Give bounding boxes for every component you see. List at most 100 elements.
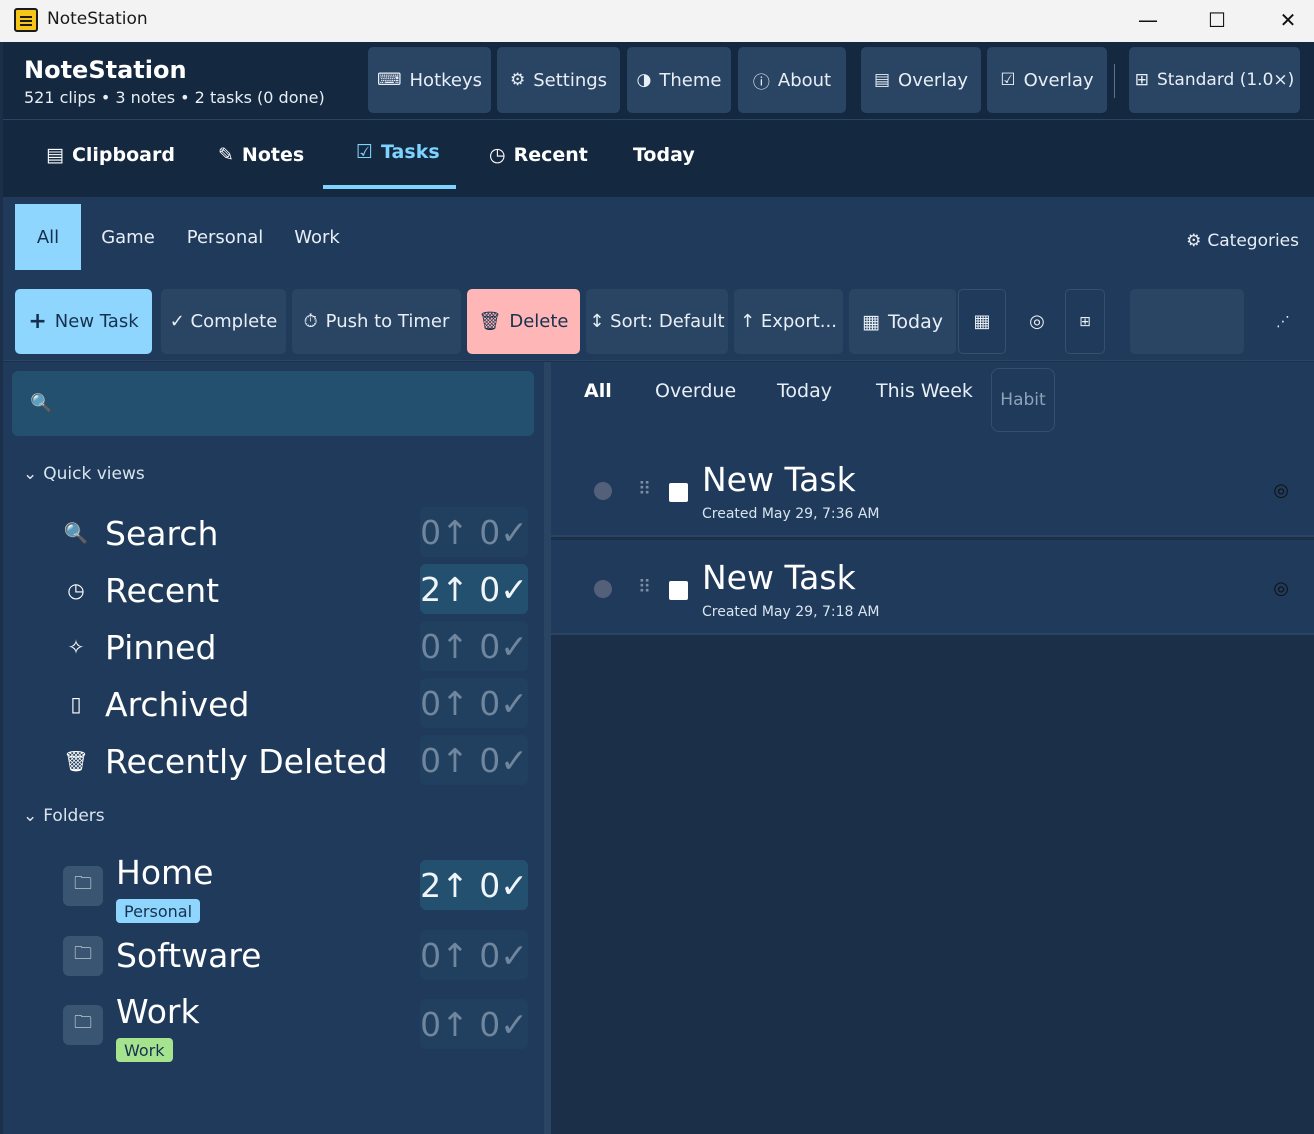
minimize-button[interactable]: — — [1128, 4, 1168, 36]
gear-icon: ⚙ — [1186, 231, 1202, 251]
hotkeys-button[interactable]: ⌨ Hotkeys — [368, 47, 491, 113]
folders-header[interactable]: ⌄ Folders — [23, 806, 105, 826]
settings-label: Settings — [533, 69, 608, 91]
quick-view-recently-deleted[interactable]: 🗑 Recently Deleted — [63, 739, 388, 783]
task-created: Created May 29, 7:18 AM — [702, 604, 880, 620]
delete-label: Delete — [509, 311, 569, 332]
quick-view-count: 0↑ 0✓ — [420, 678, 528, 728]
task-row[interactable]: ⠿ New Task Created May 29, 7:36 AM ◎ — [551, 442, 1314, 537]
theme-button[interactable]: ◑ Theme — [627, 47, 731, 113]
category-bar: All Game Personal Work ⚙ Categories — [3, 197, 1314, 283]
folder-software[interactable]: Software — [116, 936, 261, 975]
quick-view-label: Recently Deleted — [105, 741, 388, 781]
overlay-tasks-button[interactable]: ☑ Overlay — [987, 47, 1107, 113]
tab-recent-label: Recent — [513, 144, 588, 166]
sparkle-icon[interactable]: ⋰ — [1263, 289, 1303, 354]
toolbar-blank-field[interactable] — [1130, 289, 1244, 354]
quick-view-search[interactable]: 🔍 Search — [63, 511, 219, 555]
maximize-button[interactable]: ☐ — [1197, 4, 1237, 36]
task-title: New Task — [702, 558, 856, 597]
drag-handle-icon[interactable]: ⠿ — [638, 577, 651, 598]
target-button[interactable]: ◎ — [1012, 289, 1062, 354]
today-filter-button[interactable]: ▦ Today — [849, 289, 956, 354]
grid-view-button[interactable]: ⊞ — [1065, 289, 1105, 354]
task-row[interactable]: ⠿ New Task Created May 29, 7:18 AM ◎ — [551, 540, 1314, 635]
tab-recent[interactable]: ◷ Recent — [489, 120, 588, 190]
quick-view-pinned[interactable]: ✧ Pinned — [63, 625, 217, 669]
settings-button[interactable]: ⚙ Settings — [497, 47, 620, 113]
chevron-down-icon: ⌄ — [23, 806, 38, 826]
folder-count: 2↑ 0✓ — [420, 860, 528, 910]
filter-this-week[interactable]: This Week — [876, 380, 973, 402]
sidebar-splitter[interactable] — [544, 362, 551, 1134]
zoom-standard-button[interactable]: ⊞ Standard (1.0×) — [1129, 47, 1300, 113]
quick-view-recent[interactable]: ◷ Recent — [63, 568, 219, 612]
tab-notes[interactable]: ✎ Notes — [218, 120, 304, 190]
quick-view-label: Archived — [105, 684, 250, 724]
calendar-view-button[interactable]: ▦ — [958, 289, 1006, 354]
about-button[interactable]: ⓘ About — [738, 47, 846, 113]
checkbox-icon: ☑ — [356, 141, 374, 163]
drag-handle-icon[interactable]: ⠿ — [638, 479, 651, 500]
sort-button[interactable]: ↕ Sort: Default — [586, 289, 728, 354]
delete-button[interactable]: 🗑 Delete — [467, 289, 580, 354]
active-tab-indicator — [323, 185, 456, 189]
tab-clipboard[interactable]: ▤ Clipboard — [46, 120, 175, 190]
overlay-label: Overlay — [898, 69, 969, 91]
folder-work[interactable]: Work — [116, 992, 200, 1031]
stats-summary: 521 clips • 3 notes • 2 tasks (0 done) — [24, 88, 325, 107]
new-task-button[interactable]: + New Task — [15, 289, 152, 354]
overlay-notes-button[interactable]: ▤ Overlay — [861, 47, 981, 113]
stopwatch-icon: ⏱ — [303, 311, 318, 332]
category-work[interactable]: Work — [289, 204, 345, 270]
note-icon: ✎ — [218, 144, 234, 166]
trash-icon: 🗑 — [63, 749, 89, 773]
tab-clipboard-label: Clipboard — [71, 144, 175, 166]
priority-dot[interactable] — [594, 580, 612, 598]
manage-categories-button[interactable]: ⚙ Categories — [1186, 231, 1299, 251]
folder-count: 0↑ 0✓ — [420, 999, 528, 1049]
push-to-timer-button[interactable]: ⏱ Push to Timer — [292, 289, 461, 354]
target-icon[interactable]: ◎ — [1273, 480, 1289, 501]
category-game[interactable]: Game — [98, 204, 158, 270]
close-button[interactable]: ✕ — [1268, 4, 1308, 36]
categories-label: Categories — [1207, 231, 1299, 251]
tab-tasks[interactable]: ☑ Tasks — [356, 117, 440, 187]
hotkeys-label: Hotkeys — [409, 69, 483, 91]
quick-view-label: Pinned — [105, 627, 217, 667]
sidebar: 🔍 ⌄ Quick views 🔍 Search 0↑ 0✓ ◷ Recent … — [3, 362, 544, 1134]
task-toolbar: + New Task ✓ Complete ⏱ Push to Timer 🗑 … — [3, 283, 1314, 361]
quick-view-archived[interactable]: ▯ Archived — [63, 682, 249, 726]
archive-icon: ▯ — [70, 692, 82, 716]
filter-overdue[interactable]: Overdue — [655, 380, 736, 402]
export-button[interactable]: ↑ Export... — [734, 289, 843, 354]
search-input[interactable] — [60, 381, 520, 426]
task-title: New Task — [702, 460, 856, 499]
overlay-label: Overlay — [1023, 69, 1094, 91]
target-icon[interactable]: ◎ — [1273, 578, 1289, 599]
filter-habit[interactable]: Habit — [991, 368, 1055, 432]
folder-home[interactable]: Home — [116, 853, 213, 892]
category-all[interactable]: All — [15, 204, 81, 270]
tab-today[interactable]: Today — [633, 120, 695, 190]
folder-icon: 🗀 — [63, 936, 103, 976]
filter-today[interactable]: Today — [777, 380, 832, 402]
filter-all[interactable]: All — [584, 380, 612, 402]
quick-views-header[interactable]: ⌄ Quick views — [23, 464, 145, 484]
gear-icon: ⚙ — [509, 70, 526, 90]
quick-view-count: 0↑ 0✓ — [420, 621, 528, 671]
task-checkbox[interactable] — [669, 483, 688, 502]
task-checkbox[interactable] — [669, 581, 688, 600]
complete-button[interactable]: ✓ Complete — [161, 289, 286, 354]
window-titlebar: NoteStation — ☐ ✕ — [0, 0, 1314, 42]
pin-icon: ✧ — [67, 635, 85, 659]
category-personal[interactable]: Personal — [185, 204, 265, 270]
about-label: About — [777, 69, 832, 91]
window-title: NoteStation — [47, 9, 148, 29]
clock-icon: ◷ — [67, 578, 85, 602]
checkbox-icon: ☑ — [1000, 70, 1016, 90]
new-task-label: New Task — [54, 311, 139, 332]
contrast-icon: ◑ — [636, 70, 652, 90]
sidebar-search: 🔍 — [12, 371, 534, 436]
priority-dot[interactable] — [594, 482, 612, 500]
